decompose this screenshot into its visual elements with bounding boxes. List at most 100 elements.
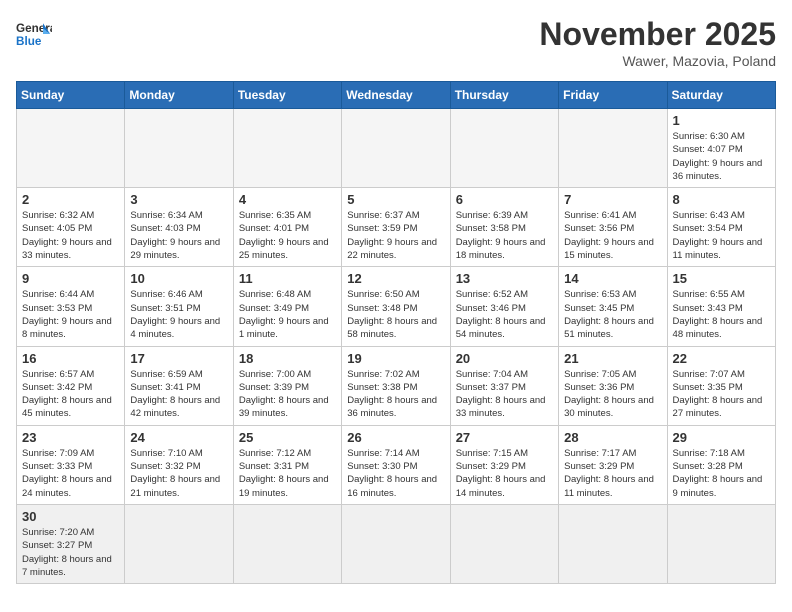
day-info: Sunrise: 6:52 AM Sunset: 3:46 PM Dayligh… [456,288,553,341]
day-number: 24 [130,430,227,445]
col-wednesday: Wednesday [342,82,450,109]
day-number: 14 [564,271,661,286]
day-info: Sunrise: 6:43 AM Sunset: 3:54 PM Dayligh… [673,209,770,262]
table-row: 30Sunrise: 7:20 AM Sunset: 3:27 PM Dayli… [17,504,125,583]
table-row [559,504,667,583]
table-row [450,109,558,188]
day-info: Sunrise: 6:48 AM Sunset: 3:49 PM Dayligh… [239,288,336,341]
day-number: 21 [564,351,661,366]
col-monday: Monday [125,82,233,109]
day-number: 3 [130,192,227,207]
table-row: 8 Sunrise: 6:43 AM Sunset: 3:54 PM Daylig… [667,188,775,267]
day-number: 16 [22,351,119,366]
day-info: Sunrise: 7:05 AM Sunset: 3:36 PM Dayligh… [564,368,661,421]
day-number: 30 [22,509,119,524]
day-number: 15 [673,271,770,286]
day-number: 11 [239,271,336,286]
table-row: 17 Sunrise: 6:59 AM Sunset: 3:41 PM Dayli… [125,346,233,425]
day-number: 17 [130,351,227,366]
day-number: 28 [564,430,661,445]
calendar-table: Sunday Monday Tuesday Wednesday Thursday… [16,81,776,584]
day-info: Sunrise: 7:04 AM Sunset: 3:37 PM Dayligh… [456,368,553,421]
table-row [233,109,341,188]
day-number: 18 [239,351,336,366]
table-row: 7 Sunrise: 6:41 AM Sunset: 3:56 PM Daylig… [559,188,667,267]
col-sunday: Sunday [17,82,125,109]
table-row: 16 Sunrise: 6:57 AM Sunset: 3:42 PM Dayli… [17,346,125,425]
table-row: 14 Sunrise: 6:53 AM Sunset: 3:45 PM Dayli… [559,267,667,346]
day-number: 9 [22,271,119,286]
table-row: 2Sunrise: 6:32 AM Sunset: 4:05 PM Daylig… [17,188,125,267]
day-number: 7 [564,192,661,207]
day-info: Sunrise: 7:09 AM Sunset: 3:33 PM Dayligh… [22,447,119,500]
table-row: 19 Sunrise: 7:02 AM Sunset: 3:38 PM Dayli… [342,346,450,425]
day-number: 10 [130,271,227,286]
day-info: Sunrise: 7:15 AM Sunset: 3:29 PM Dayligh… [456,447,553,500]
table-row: 21 Sunrise: 7:05 AM Sunset: 3:36 PM Dayli… [559,346,667,425]
col-thursday: Thursday [450,82,558,109]
table-row: 1 Sunrise: 6:30 AM Sunset: 4:07 PM Daylig… [667,109,775,188]
day-info: Sunrise: 7:18 AM Sunset: 3:28 PM Dayligh… [673,447,770,500]
table-row: 25Sunrise: 7:12 AM Sunset: 3:31 PM Dayli… [233,425,341,504]
table-row [450,504,558,583]
day-info: Sunrise: 6:35 AM Sunset: 4:01 PM Dayligh… [239,209,336,262]
day-number: 1 [673,113,770,128]
table-row [233,504,341,583]
table-row: 18 Sunrise: 7:00 AM Sunset: 3:39 PM Dayli… [233,346,341,425]
day-info: Sunrise: 6:30 AM Sunset: 4:07 PM Dayligh… [673,130,770,183]
table-row [559,109,667,188]
table-row: 5Sunrise: 6:37 AM Sunset: 3:59 PM Daylig… [342,188,450,267]
day-info: Sunrise: 7:02 AM Sunset: 3:38 PM Dayligh… [347,368,444,421]
day-info: Sunrise: 6:57 AM Sunset: 3:42 PM Dayligh… [22,368,119,421]
table-row [342,109,450,188]
calendar-week-row: 23 Sunrise: 7:09 AM Sunset: 3:33 PM Dayli… [17,425,776,504]
title-area: November 2025 Wawer, Mazovia, Poland [539,16,776,69]
day-number: 26 [347,430,444,445]
calendar-week-row: 1 Sunrise: 6:30 AM Sunset: 4:07 PM Daylig… [17,109,776,188]
day-number: 8 [673,192,770,207]
day-number: 12 [347,271,444,286]
logo: General Blue [16,16,52,52]
day-info: Sunrise: 6:41 AM Sunset: 3:56 PM Dayligh… [564,209,661,262]
calendar-week-row: 30Sunrise: 7:20 AM Sunset: 3:27 PM Dayli… [17,504,776,583]
col-friday: Friday [559,82,667,109]
day-info: Sunrise: 7:17 AM Sunset: 3:29 PM Dayligh… [564,447,661,500]
table-row: 6Sunrise: 6:39 AM Sunset: 3:58 PM Daylig… [450,188,558,267]
table-row [667,504,775,583]
day-number: 22 [673,351,770,366]
table-row [125,504,233,583]
table-row [342,504,450,583]
col-saturday: Saturday [667,82,775,109]
day-info: Sunrise: 7:00 AM Sunset: 3:39 PM Dayligh… [239,368,336,421]
calendar-week-row: 16 Sunrise: 6:57 AM Sunset: 3:42 PM Dayli… [17,346,776,425]
day-number: 19 [347,351,444,366]
day-info: Sunrise: 6:32 AM Sunset: 4:05 PM Dayligh… [22,209,119,262]
table-row: 20 Sunrise: 7:04 AM Sunset: 3:37 PM Dayli… [450,346,558,425]
day-number: 27 [456,430,553,445]
day-info: Sunrise: 6:39 AM Sunset: 3:58 PM Dayligh… [456,209,553,262]
day-number: 23 [22,430,119,445]
table-row: 12Sunrise: 6:50 AM Sunset: 3:48 PM Dayli… [342,267,450,346]
table-row: 29 Sunrise: 7:18 AM Sunset: 3:28 PM Dayli… [667,425,775,504]
day-number: 29 [673,430,770,445]
table-row [17,109,125,188]
logo-icon: General Blue [16,16,52,52]
day-info: Sunrise: 6:53 AM Sunset: 3:45 PM Dayligh… [564,288,661,341]
day-number: 13 [456,271,553,286]
day-info: Sunrise: 6:37 AM Sunset: 3:59 PM Dayligh… [347,209,444,262]
location: Wawer, Mazovia, Poland [539,53,776,69]
day-info: Sunrise: 6:55 AM Sunset: 3:43 PM Dayligh… [673,288,770,341]
day-info: Sunrise: 6:46 AM Sunset: 3:51 PM Dayligh… [130,288,227,341]
table-row: 24Sunrise: 7:10 AM Sunset: 3:32 PM Dayli… [125,425,233,504]
table-row: 26Sunrise: 7:14 AM Sunset: 3:30 PM Dayli… [342,425,450,504]
table-row: 23 Sunrise: 7:09 AM Sunset: 3:33 PM Dayli… [17,425,125,504]
table-row: 3Sunrise: 6:34 AM Sunset: 4:03 PM Daylig… [125,188,233,267]
day-info: Sunrise: 6:59 AM Sunset: 3:41 PM Dayligh… [130,368,227,421]
day-info: Sunrise: 6:44 AM Sunset: 3:53 PM Dayligh… [22,288,119,341]
svg-text:Blue: Blue [16,35,42,48]
day-number: 20 [456,351,553,366]
day-info: Sunrise: 7:07 AM Sunset: 3:35 PM Dayligh… [673,368,770,421]
day-number: 4 [239,192,336,207]
page-header: General Blue November 2025 Wawer, Mazovi… [16,16,776,69]
table-row [125,109,233,188]
